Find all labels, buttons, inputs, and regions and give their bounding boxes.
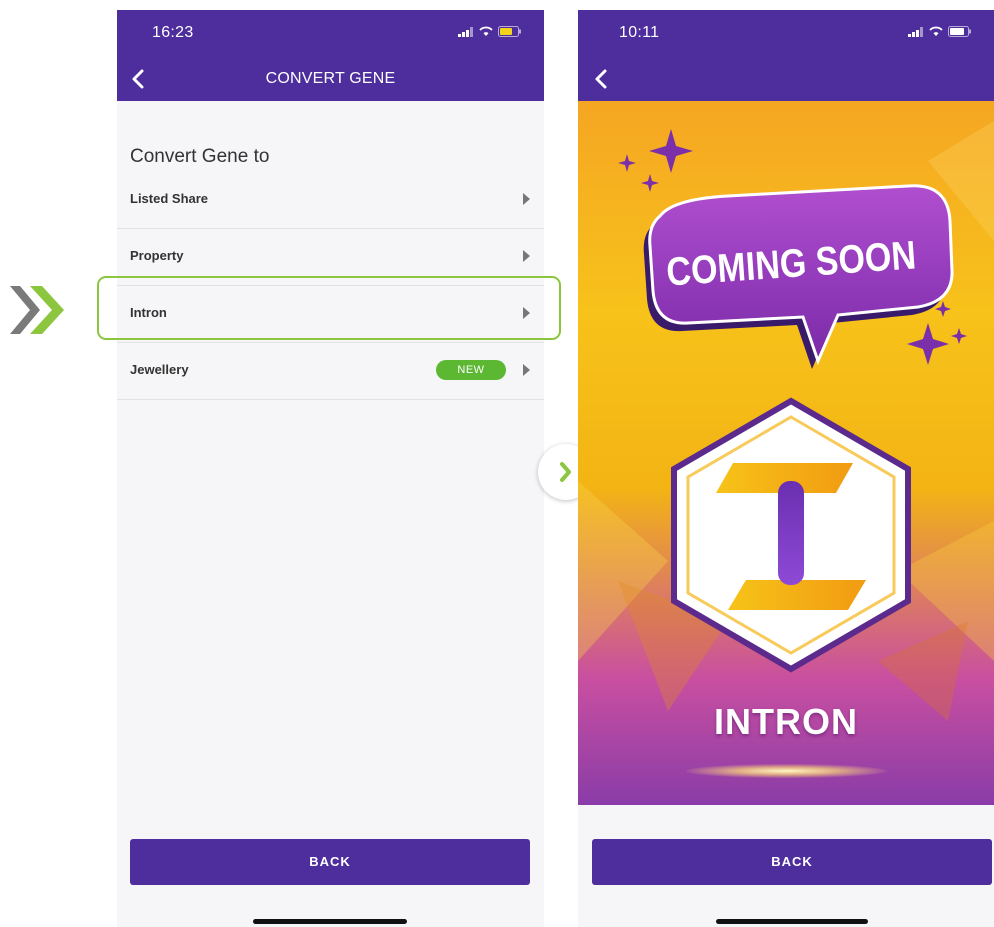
glow-decoration bbox=[686, 764, 886, 778]
convert-gene-screen: 16:23 CONVERT GENE Convert Gene to Liste… bbox=[117, 10, 544, 927]
back-button[interactable]: BACK bbox=[130, 839, 530, 885]
wifi-icon bbox=[929, 26, 943, 36]
status-icons bbox=[458, 26, 522, 37]
list-item-label: Property bbox=[130, 248, 184, 263]
new-badge: NEW bbox=[436, 360, 506, 380]
double-chevron-right-icon bbox=[10, 286, 64, 334]
triangle-right-icon bbox=[523, 193, 530, 205]
battery-icon bbox=[948, 26, 971, 37]
status-time: 16:23 bbox=[152, 24, 194, 41]
status-icons bbox=[908, 26, 972, 37]
status-bar: 16:23 bbox=[117, 10, 544, 58]
page-title: CONVERT GENE bbox=[265, 70, 396, 87]
signal-icon bbox=[908, 26, 923, 37]
nav-bar: CONVERT GENE bbox=[117, 58, 544, 101]
section-heading: Convert Gene to bbox=[130, 146, 270, 167]
triangle-right-icon bbox=[523, 364, 530, 376]
signal-icon bbox=[458, 26, 473, 37]
selection-highlight bbox=[97, 276, 561, 340]
status-bar: 10:11 bbox=[578, 10, 994, 58]
triangle-right-icon bbox=[523, 250, 530, 262]
home-indicator bbox=[253, 919, 407, 924]
list-item-label: Listed Share bbox=[130, 191, 209, 206]
coming-soon-banner: COMING SOON INTRON bbox=[578, 101, 994, 805]
battery-icon bbox=[498, 26, 521, 37]
list-item-label: Jewellery bbox=[130, 362, 189, 377]
wifi-icon bbox=[479, 26, 493, 36]
promo-illustration: COMING SOON bbox=[578, 121, 994, 721]
list-item-listed-share[interactable]: Listed Share bbox=[117, 172, 544, 229]
back-button[interactable]: BACK bbox=[592, 839, 992, 885]
home-indicator bbox=[716, 919, 868, 924]
coming-soon-screen: 10:11 COMING SOON INTRON BACK bbox=[578, 10, 994, 927]
intron-caption: INTRON bbox=[714, 701, 858, 742]
list-item-jewellery[interactable]: Jewellery NEW bbox=[117, 343, 544, 400]
status-time: 10:11 bbox=[619, 24, 660, 41]
back-chevron-icon[interactable] bbox=[590, 66, 612, 92]
nav-bar bbox=[578, 58, 994, 101]
